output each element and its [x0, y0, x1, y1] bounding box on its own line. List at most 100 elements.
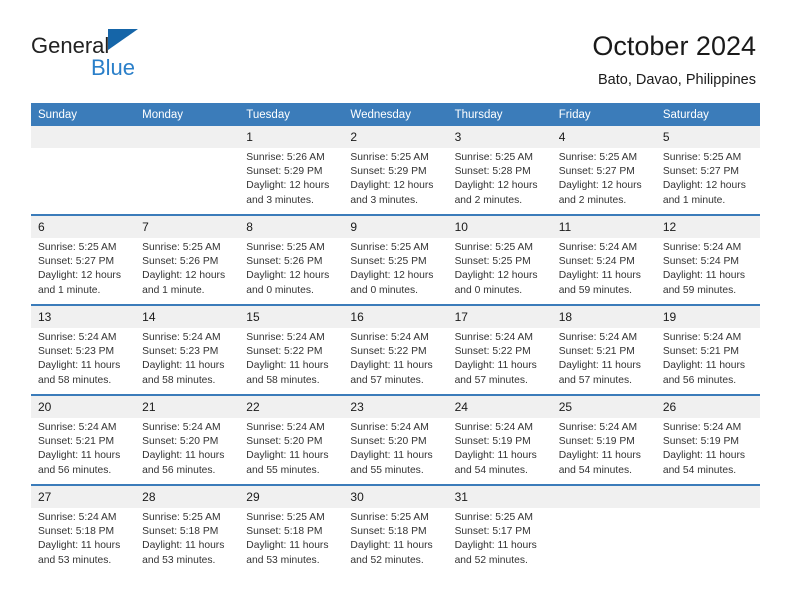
daylight-text-line1: Daylight: 11 hours	[558, 270, 641, 282]
day-details: Sunrise: 5:24 AM Sunset: 5:20 PM Daylight:…	[343, 418, 447, 478]
sunrise-text: Sunrise: 5:25 AM	[350, 242, 429, 253]
day-details: Sunrise: 5:25 AM Sunset: 5:18 PM Daylight:…	[135, 508, 239, 568]
day-details: Sunrise: 5:25 AM Sunset: 5:26 PM Daylight:…	[135, 238, 239, 298]
weekday-header-thursday: Thursday	[454, 109, 503, 121]
sunset-text: Sunset: 5:28 PM	[454, 166, 531, 178]
calendar-day-cell[interactable]: 16 Sunrise: 5:24 AM Sunset: 5:22 PM Dayligh…	[343, 306, 448, 394]
sunrise-text: Sunrise: 5:25 AM	[454, 512, 533, 523]
day-details: Sunrise: 5:24 AM Sunset: 5:19 PM Daylight:…	[448, 418, 552, 478]
sunset-text: Sunset: 5:22 PM	[454, 346, 531, 358]
calendar-day-cell[interactable]: 9 Sunrise: 5:25 AM Sunset: 5:25 PM Daylight…	[343, 216, 448, 304]
sunrise-text: Sunrise: 5:25 AM	[38, 242, 117, 253]
calendar-day-cell[interactable]: 25 Sunrise: 5:24 AM Sunset: 5:19 PM Dayligh…	[551, 396, 656, 484]
title-block: October 2024 Bato, Davao, Philippines	[592, 28, 756, 90]
sunrise-text: Sunrise: 5:25 AM	[246, 242, 325, 253]
daylight-text-line1: Daylight: 11 hours	[350, 450, 433, 462]
calendar-day-cell[interactable]: 19 Sunrise: 5:24 AM Sunset: 5:21 PM Dayligh…	[655, 306, 760, 394]
daylight-text-line2: and 53 minutes.	[142, 554, 216, 566]
calendar-day-cell[interactable]: 15 Sunrise: 5:24 AM Sunset: 5:22 PM Dayligh…	[239, 306, 344, 394]
calendar-day-cell[interactable]: 5 Sunrise: 5:25 AM Sunset: 5:27 PM Daylight…	[655, 126, 760, 214]
calendar-day-cell[interactable]: 24 Sunrise: 5:24 AM Sunset: 5:19 PM Dayligh…	[447, 396, 552, 484]
weekday-header-row: Sunday Monday Tuesday Wednesday Thursday…	[31, 103, 760, 126]
daylight-text-line1: Daylight: 11 hours	[454, 360, 537, 372]
calendar-day-cell[interactable]: 20 Sunrise: 5:24 AM Sunset: 5:21 PM Dayligh…	[31, 396, 136, 484]
daylight-text-line2: and 3 minutes.	[350, 194, 418, 206]
calendar-weeks: 1 Sunrise: 5:26 AM Sunset: 5:29 PM Daylight…	[31, 126, 760, 574]
day-details: Sunrise: 5:24 AM Sunset: 5:20 PM Daylight:…	[239, 418, 343, 478]
day-number: 15	[239, 306, 344, 328]
sunrise-text: Sunrise: 5:24 AM	[454, 422, 533, 433]
calendar-day-cell[interactable]: 7 Sunrise: 5:25 AM Sunset: 5:26 PM Daylight…	[135, 216, 240, 304]
sunset-text: Sunset: 5:22 PM	[246, 346, 323, 358]
calendar-day-cell[interactable]: 27 Sunrise: 5:24 AM Sunset: 5:18 PM Dayligh…	[31, 486, 136, 574]
daylight-text-line2: and 52 minutes.	[350, 554, 424, 566]
day-number: 16	[343, 306, 448, 328]
calendar-day-cell[interactable]: 30 Sunrise: 5:25 AM Sunset: 5:18 PM Dayligh…	[343, 486, 448, 574]
sunrise-text: Sunrise: 5:25 AM	[454, 152, 533, 163]
calendar-day-cell[interactable]: 6 Sunrise: 5:25 AM Sunset: 5:27 PM Daylight…	[31, 216, 136, 304]
sunset-text: Sunset: 5:23 PM	[38, 346, 115, 358]
day-number: 24	[447, 396, 552, 418]
sunrise-text: Sunrise: 5:24 AM	[246, 332, 325, 343]
sunrise-text: Sunrise: 5:25 AM	[662, 152, 742, 163]
calendar-day-cell[interactable]: 21 Sunrise: 5:24 AM Sunset: 5:20 PM Dayligh…	[135, 396, 240, 484]
day-details: Sunrise: 5:24 AM Sunset: 5:21 PM Daylight:…	[552, 328, 656, 388]
daylight-text-line2: and 1 minute.	[142, 284, 205, 296]
calendar-day-cell[interactable]: 8 Sunrise: 5:25 AM Sunset: 5:26 PM Daylight…	[239, 216, 344, 304]
daylight-text-line2: and 59 minutes.	[558, 284, 632, 296]
daylight-text-line2: and 58 minutes.	[246, 374, 320, 386]
daylight-text-line2: and 56 minutes.	[662, 374, 737, 386]
daylight-text-line1: Daylight: 12 hours	[662, 180, 746, 192]
daylight-text-line1: Daylight: 11 hours	[558, 450, 641, 462]
day-details: Sunrise: 5:25 AM Sunset: 5:18 PM Daylight:…	[239, 508, 343, 568]
calendar-day-cell[interactable]: 31 Sunrise: 5:25 AM Sunset: 5:17 PM Dayligh…	[447, 486, 552, 574]
weekday-header-monday: Monday	[142, 109, 184, 121]
calendar-week-row: 13 Sunrise: 5:24 AM Sunset: 5:23 PM Dayligh…	[31, 304, 760, 394]
calendar-day-cell[interactable]: 18 Sunrise: 5:24 AM Sunset: 5:21 PM Dayligh…	[551, 306, 656, 394]
sunrise-text: Sunrise: 5:25 AM	[350, 512, 429, 523]
calendar-day-cell[interactable]: 13 Sunrise: 5:24 AM Sunset: 5:23 PM Dayligh…	[31, 306, 136, 394]
calendar-day-cell[interactable]: 10 Sunrise: 5:25 AM Sunset: 5:25 PM Dayligh…	[447, 216, 552, 304]
daylight-text-line1: Daylight: 11 hours	[454, 450, 537, 462]
daylight-text-line1: Daylight: 11 hours	[454, 540, 537, 552]
calendar-day-cell[interactable]: 28 Sunrise: 5:25 AM Sunset: 5:18 PM Dayligh…	[135, 486, 240, 574]
calendar-day-cell[interactable]: 1 Sunrise: 5:26 AM Sunset: 5:29 PM Daylight…	[239, 126, 344, 214]
day-details: Sunrise: 5:24 AM Sunset: 5:23 PM Daylight:…	[135, 328, 239, 388]
day-details: Sunrise: 5:25 AM Sunset: 5:29 PM Daylight:…	[343, 148, 447, 208]
sunset-text: Sunset: 5:20 PM	[246, 436, 323, 448]
calendar-day-cell[interactable]: 17 Sunrise: 5:24 AM Sunset: 5:22 PM Dayligh…	[447, 306, 552, 394]
calendar-day-cell[interactable]: 11 Sunrise: 5:24 AM Sunset: 5:24 PM Dayligh…	[551, 216, 656, 304]
weekday-header-sunday: Sunday	[38, 109, 78, 121]
calendar-day-cell[interactable]: 2 Sunrise: 5:25 AM Sunset: 5:29 PM Daylight…	[343, 126, 448, 214]
sunrise-text: Sunrise: 5:24 AM	[662, 242, 742, 253]
day-number: 11	[551, 216, 656, 238]
day-number: 10	[447, 216, 552, 238]
calendar-day-cell[interactable]: 3 Sunrise: 5:25 AM Sunset: 5:28 PM Daylight…	[447, 126, 552, 214]
day-details: Sunrise: 5:25 AM Sunset: 5:27 PM Daylight:…	[31, 238, 135, 298]
day-number: 14	[135, 306, 240, 328]
calendar-day-cell[interactable]: 29 Sunrise: 5:25 AM Sunset: 5:18 PM Dayligh…	[239, 486, 344, 574]
calendar-day-cell[interactable]: 14 Sunrise: 5:24 AM Sunset: 5:23 PM Dayligh…	[135, 306, 240, 394]
day-number: 12	[655, 216, 760, 238]
page-subtitle: Bato, Davao, Philippines	[598, 72, 756, 88]
sunrise-text: Sunrise: 5:25 AM	[142, 512, 221, 523]
calendar-day-cell[interactable]: 4 Sunrise: 5:25 AM Sunset: 5:27 PM Daylight…	[551, 126, 656, 214]
daylight-text-line2: and 54 minutes.	[454, 464, 528, 476]
day-details: Sunrise: 5:25 AM Sunset: 5:27 PM Daylight:…	[656, 148, 760, 208]
calendar-day-cell[interactable]: 22 Sunrise: 5:24 AM Sunset: 5:20 PM Dayligh…	[239, 396, 344, 484]
calendar-day-cell[interactable]: 26 Sunrise: 5:24 AM Sunset: 5:19 PM Dayligh…	[655, 396, 760, 484]
day-number: 18	[551, 306, 656, 328]
sunrise-text: Sunrise: 5:25 AM	[350, 152, 429, 163]
day-details: Sunrise: 5:24 AM Sunset: 5:18 PM Daylight:…	[31, 508, 135, 568]
day-number	[655, 486, 760, 508]
daylight-text-line1: Daylight: 11 hours	[246, 450, 329, 462]
day-details: Sunrise: 5:24 AM Sunset: 5:23 PM Daylight:…	[31, 328, 135, 388]
day-number: 8	[239, 216, 344, 238]
calendar-day-cell[interactable]: 12 Sunrise: 5:24 AM Sunset: 5:24 PM Dayligh…	[655, 216, 760, 304]
daylight-text-line2: and 0 minutes.	[350, 284, 418, 296]
daylight-text-line2: and 57 minutes.	[350, 374, 424, 386]
calendar-day-cell[interactable]: 23 Sunrise: 5:24 AM Sunset: 5:20 PM Dayligh…	[343, 396, 448, 484]
daylight-text-line2: and 56 minutes.	[142, 464, 216, 476]
day-number: 4	[551, 126, 656, 148]
daylight-text-line1: Daylight: 11 hours	[142, 450, 225, 462]
